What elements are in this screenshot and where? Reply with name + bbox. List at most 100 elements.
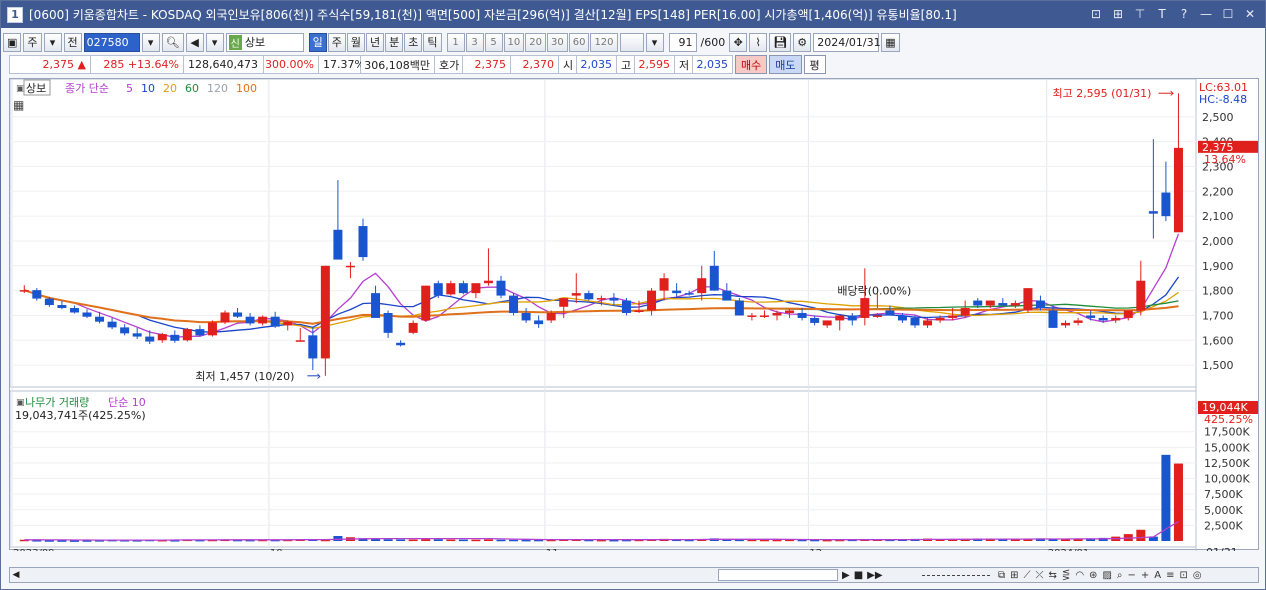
calendar-icon[interactable]: ▦: [881, 32, 900, 52]
volume-pct: 300.00%: [264, 55, 319, 74]
candle-body: [170, 334, 180, 341]
stock-label: 상보: [26, 82, 46, 95]
price-tick-label: 1,500: [1202, 359, 1234, 372]
code-dropdown-icon[interactable]: ▾: [141, 32, 160, 52]
min-annotation: 최저 1,457 (10/20): [195, 370, 294, 383]
candle-body: [747, 315, 757, 317]
search-icon[interactable]: 🔍︎: [161, 32, 184, 52]
candle-body: [182, 329, 192, 341]
plus-icon[interactable]: +: [1141, 570, 1149, 581]
candle-body: [923, 320, 933, 326]
volume-ma-label: 단순 10: [108, 396, 146, 409]
candle-body: [471, 283, 481, 294]
interval-button-20[interactable]: 20: [525, 32, 546, 52]
chart-svg[interactable]: 2023/09 10 11 12 2024/01 1,500 1,600 1,700 1,800…: [9, 78, 1260, 559]
title-button-0[interactable]: ⊡: [1087, 5, 1105, 23]
volume-bar: [1173, 463, 1183, 541]
tool-line-icon[interactable]: ⟋: [1024, 570, 1031, 581]
crosshair-icon[interactable]: ✥: [729, 32, 748, 52]
price-tick-label: 1,900: [1202, 260, 1234, 273]
period-tab-분[interactable]: 분: [385, 32, 404, 52]
candle-body: [1136, 280, 1146, 311]
period-tab-틱[interactable]: 틱: [423, 32, 442, 52]
interval-button-1[interactable]: 1: [446, 32, 465, 52]
title-button-7[interactable]: ✕: [1241, 5, 1259, 23]
play-icon[interactable]: ▶: [842, 570, 850, 581]
interval-dropdown-icon[interactable]: ▾: [645, 32, 664, 52]
period-tab-월[interactable]: 월: [346, 32, 365, 52]
interval-button-5[interactable]: 5: [484, 32, 503, 52]
price-tick-label: 2,000: [1202, 235, 1234, 248]
tool-channel-icon[interactable]: ⇆: [1049, 570, 1057, 581]
view-icon[interactable]: ⊡: [1180, 570, 1188, 581]
volume-bar: [396, 539, 406, 542]
candle-body: [960, 308, 970, 316]
interval-button-60[interactable]: 60: [568, 32, 590, 52]
last-pct-label: 13.64%: [1204, 153, 1246, 166]
save-icon[interactable]: 💾︎: [769, 32, 792, 52]
period-tab-초[interactable]: 초: [404, 32, 423, 52]
volume-tick-label: 15,000K: [1204, 441, 1250, 454]
interval-custom[interactable]: [619, 32, 644, 52]
period-tab-일[interactable]: 일: [308, 32, 327, 52]
stop-icon[interactable]: ■: [854, 570, 863, 581]
candle-body: [772, 312, 782, 316]
title-button-4[interactable]: ?: [1175, 5, 1193, 23]
candle-body: [358, 226, 368, 258]
candle-body: [835, 315, 845, 321]
sell-button[interactable]: 매도: [769, 55, 802, 74]
interval-button-30[interactable]: 30: [546, 32, 568, 52]
scroll-thumb[interactable]: [718, 569, 838, 581]
volume-label: 나무가 거래량: [25, 396, 89, 409]
period-tab-주[interactable]: 주: [327, 32, 346, 52]
tool-ray-icon[interactable]: ⤫: [1036, 570, 1044, 581]
flat-button[interactable]: 평: [803, 55, 826, 74]
buy-button[interactable]: 매수: [735, 55, 768, 74]
candle-body: [1161, 192, 1171, 217]
sound-icon[interactable]: ◀: [185, 32, 204, 52]
minus-icon[interactable]: −: [1128, 570, 1136, 581]
period-tab-년[interactable]: 년: [366, 32, 385, 52]
tool-mark-icon[interactable]: ⊛: [1089, 570, 1097, 581]
title-button-6[interactable]: ☐: [1219, 5, 1237, 23]
count-input[interactable]: 91: [668, 32, 697, 52]
panel-menu-icon: ▣: [16, 84, 25, 94]
tool-zigzag-icon[interactable]: ⋚: [1062, 570, 1070, 581]
tool-box-icon[interactable]: ⧉: [998, 570, 1005, 581]
chart-scrollbar[interactable]: ◀ ▶ ■ ▶▶ ⧉ ⊞ ⟋ ⤫ ⇆ ⋚ ◠ ⊛ ▨ ⌕ − + A ≡ ⊡ ◎: [9, 567, 1259, 583]
refresh-icon[interactable]: ◎: [1193, 570, 1202, 581]
interval-button-3[interactable]: 3: [465, 32, 484, 52]
market-select[interactable]: 주: [23, 32, 42, 52]
title-button-2[interactable]: ⊤: [1131, 5, 1149, 23]
tool-fib-icon[interactable]: ⊞: [1010, 570, 1018, 581]
ask-value: 2,375: [463, 55, 511, 74]
text-icon[interactable]: A: [1154, 570, 1161, 581]
settings-icon[interactable]: ⚙: [793, 32, 812, 52]
volume-bar: [421, 539, 431, 541]
scroll-left-icon[interactable]: ◀: [10, 568, 22, 582]
fast-forward-icon[interactable]: ▶▶: [867, 570, 882, 581]
date-input[interactable]: 2024/01/31: [813, 32, 881, 52]
sound-dropdown-icon[interactable]: ▾: [205, 32, 224, 52]
tool-arc-icon[interactable]: ◠: [1075, 570, 1084, 581]
title-button-1[interactable]: ⊞: [1109, 5, 1127, 23]
list-icon[interactable]: ≡: [1166, 570, 1174, 581]
chart-area[interactable]: 2023/09 10 11 12 2024/01 1,500 1,600 1,700 1,800…: [9, 78, 1260, 559]
tool-image-icon[interactable]: ▨: [1102, 570, 1111, 581]
x-axis-label: 11: [546, 548, 559, 551]
candle-body: [872, 315, 882, 317]
title-button-3[interactable]: T: [1153, 5, 1171, 23]
layout-icon[interactable]: ▣: [3, 32, 22, 52]
amount-value: 306,108백만: [361, 55, 435, 74]
interval-button-120[interactable]: 120: [590, 32, 618, 52]
stock-name-field[interactable]: 신 상보: [225, 32, 304, 52]
zoom-icon[interactable]: ⌕: [1117, 570, 1123, 581]
indicator-icon[interactable]: ⌇: [749, 32, 768, 52]
main-toolbar: ▣ 주 ▾ 전 027580 ▾ 🔍︎ ◀ ▾ 신 상보 일주월년분초틱 1351…: [3, 31, 1265, 53]
zoom-slider[interactable]: [922, 575, 990, 576]
dropdown-icon[interactable]: ▾: [43, 32, 62, 52]
jeon-button[interactable]: 전: [63, 32, 82, 52]
title-button-5[interactable]: —: [1197, 5, 1215, 23]
stock-code-input[interactable]: 027580: [83, 32, 140, 52]
interval-button-10[interactable]: 10: [503, 32, 525, 52]
